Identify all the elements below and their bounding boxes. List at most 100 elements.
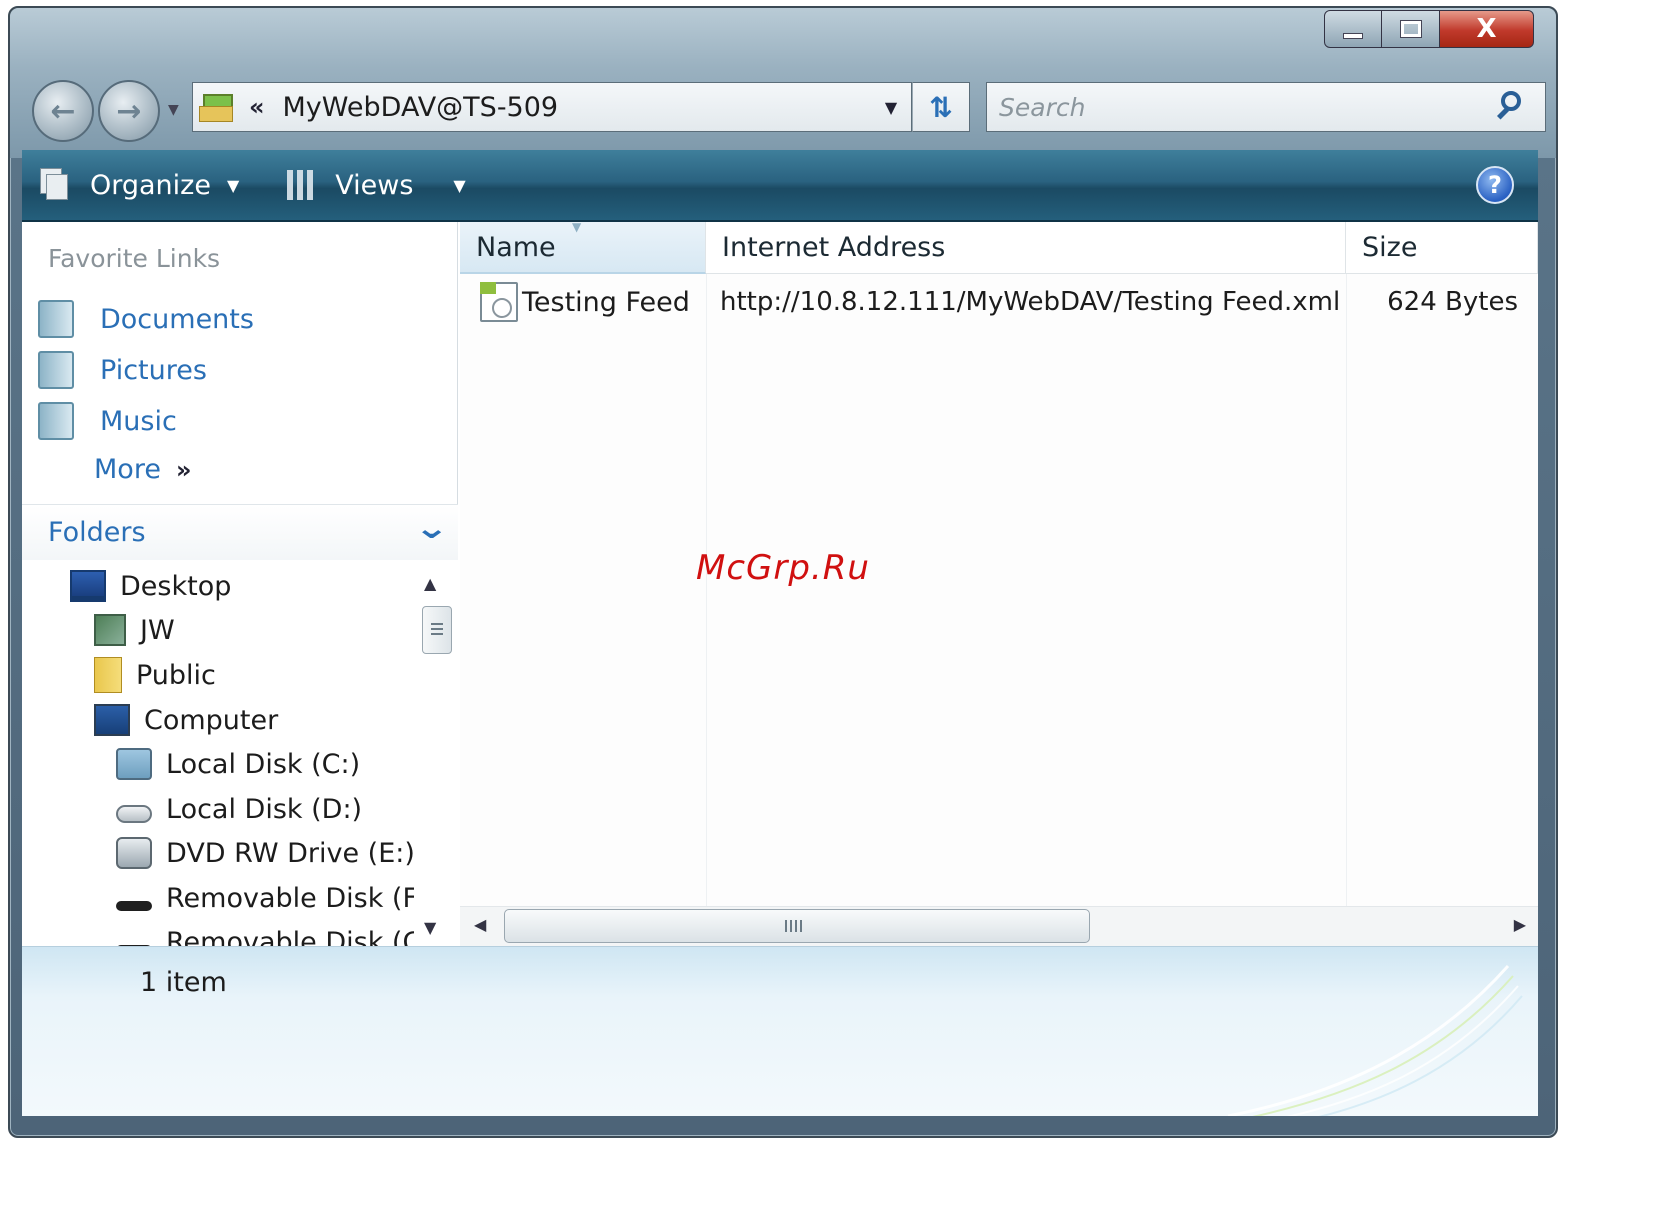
tree-item-label: Computer <box>144 704 279 736</box>
scroll-up-icon[interactable]: ▲ <box>424 574 436 593</box>
scroll-down-icon[interactable]: ▼ <box>424 918 436 937</box>
desktop-icon <box>70 570 106 602</box>
user-folder-icon <box>94 614 126 646</box>
details-pane: 1 item <box>22 946 1538 1116</box>
tree-item-computer[interactable]: Computer <box>94 700 278 740</box>
address-overflow-chevron[interactable]: « <box>249 93 265 121</box>
file-size: 624 Bytes <box>1387 287 1518 317</box>
removable-disk-icon <box>116 901 152 911</box>
tree-item-label: DVD RW Drive (E:) <box>166 837 414 869</box>
tree-item-removable-f[interactable]: Removable Disk (F:) <box>116 878 414 918</box>
views-label: Views <box>335 169 414 201</box>
tree-item-desktop[interactable]: Desktop <box>70 566 231 606</box>
help-button[interactable]: ? <box>1476 166 1514 204</box>
tree-item-label: Desktop <box>120 570 232 602</box>
folders-label: Folders <box>48 517 146 548</box>
maximize-button[interactable] <box>1382 10 1440 48</box>
maximize-icon <box>1399 20 1422 38</box>
tree-item-label: Removable Disk (F:) <box>166 882 414 914</box>
navigation-pane: Favorite Links Documents Pictures Music … <box>22 222 458 946</box>
column-divider <box>706 274 707 906</box>
recent-pages-dropdown[interactable]: ▼ <box>168 102 179 118</box>
more-chevron-icon[interactable]: » <box>176 456 192 484</box>
tree-item-label: JW <box>140 614 175 646</box>
caption-buttons: X <box>1324 10 1534 50</box>
column-header-name[interactable]: ▼ Name <box>460 220 706 274</box>
tree-item-public[interactable]: Public <box>94 655 216 695</box>
dvd-drive-icon <box>116 837 152 869</box>
help-icon: ? <box>1488 171 1502 199</box>
tree-item-removable-g[interactable]: Removable Disk (G:) <box>116 922 414 946</box>
favorite-label: Documents <box>100 303 254 335</box>
grip-icon <box>785 920 803 932</box>
tree-item-local-disk-c[interactable]: Local Disk (C:) <box>116 744 360 784</box>
tree-item-label: Local Disk (D:) <box>166 793 363 825</box>
folder-tree: Desktop JW Public Computer Local Disk (C… <box>22 560 414 946</box>
search-icon[interactable] <box>1491 87 1531 127</box>
tree-item-label: Removable Disk (G:) <box>166 926 414 947</box>
column-label: Internet Address <box>722 232 946 263</box>
chevron-down-icon[interactable]: ⌄ <box>414 511 449 546</box>
minimize-icon <box>1343 33 1363 39</box>
views-button[interactable]: Views ▼ <box>257 169 466 201</box>
favorite-music[interactable]: Music <box>38 402 177 440</box>
column-label: Size <box>1362 232 1418 263</box>
favorite-pictures[interactable]: Pictures <box>38 351 207 389</box>
close-icon: X <box>1476 14 1497 44</box>
file-internet-address: http://10.8.12.111/MyWebDAV/Testing Feed… <box>720 287 1341 317</box>
scroll-thumb[interactable] <box>504 909 1090 943</box>
tree-item-local-disk-d[interactable]: Local Disk (D:) <box>116 789 362 829</box>
tree-item-label: Public <box>136 659 216 691</box>
close-button[interactable]: X <box>1440 10 1534 48</box>
music-icon <box>38 402 74 440</box>
tree-item-dvd-drive[interactable]: DVD RW Drive (E:) <box>116 833 414 873</box>
back-button[interactable]: ← <box>32 80 94 142</box>
search-input[interactable]: Search <box>999 93 1491 122</box>
grip-icon <box>431 623 443 637</box>
favorite-links-header: Favorite Links <box>48 244 221 273</box>
address-bar[interactable]: « MyWebDAV@TS-509 ▼ <box>192 82 912 132</box>
file-name: Testing Feed <box>522 286 690 318</box>
tree-item-jw[interactable]: JW <box>94 610 175 650</box>
file-list: ▼ Name Internet Address Size Testing Fee… <box>460 220 1538 946</box>
column-header-size[interactable]: Size <box>1346 222 1538 274</box>
organize-button[interactable]: Organize ▼ <box>40 168 239 202</box>
address-dropdown-icon[interactable]: ▼ <box>871 98 911 117</box>
organize-dropdown-icon: ▼ <box>226 175 240 195</box>
favorite-label: Pictures <box>100 354 207 386</box>
scroll-left-icon[interactable]: ◀ <box>474 915 486 934</box>
folders-header-bar[interactable]: Folders ⌄ <box>22 504 458 560</box>
computer-icon <box>94 704 130 736</box>
public-folder-icon <box>94 657 122 693</box>
minimize-button[interactable] <box>1324 10 1382 48</box>
favorite-documents[interactable]: Documents <box>38 300 254 338</box>
decorative-swoosh <box>1227 965 1523 1116</box>
column-header-internet-address[interactable]: Internet Address <box>706 222 1346 274</box>
column-label: Name <box>476 231 556 263</box>
feed-file-icon <box>480 282 518 322</box>
scroll-thumb[interactable] <box>422 606 452 654</box>
address-path[interactable]: MyWebDAV@TS-509 <box>283 92 871 123</box>
forward-button[interactable]: → <box>98 80 160 142</box>
refresh-button[interactable]: ⇅ <box>912 82 970 132</box>
sort-indicator-icon: ▼ <box>572 220 582 234</box>
tree-item-label: Local Disk (C:) <box>166 748 361 780</box>
forward-arrow-icon: → <box>116 93 142 129</box>
views-dropdown-icon[interactable]: ▼ <box>453 176 465 195</box>
hard-drive-icon <box>116 805 152 823</box>
file-row[interactable]: Testing Feed http://10.8.12.111/MyWebDAV… <box>460 280 1538 324</box>
pictures-icon <box>38 351 74 389</box>
favorites-more-link[interactable]: More <box>94 454 161 485</box>
network-location-icon <box>199 88 243 126</box>
organize-label: Organize <box>90 169 211 201</box>
back-arrow-icon: ← <box>50 93 76 129</box>
scroll-right-icon[interactable]: ▶ <box>1514 915 1526 934</box>
documents-icon <box>38 300 74 338</box>
search-box[interactable]: Search <box>986 82 1546 132</box>
folder-tree-scrollbar[interactable]: ▲ ▼ <box>414 560 458 946</box>
favorite-label: Music <box>100 405 177 437</box>
system-drive-icon <box>116 748 152 780</box>
horizontal-scrollbar[interactable]: ◀ ▶ <box>460 906 1538 946</box>
command-bar: Organize ▼ Views ▼ ? <box>22 150 1538 222</box>
watermark-text: McGrp.Ru <box>696 548 870 588</box>
